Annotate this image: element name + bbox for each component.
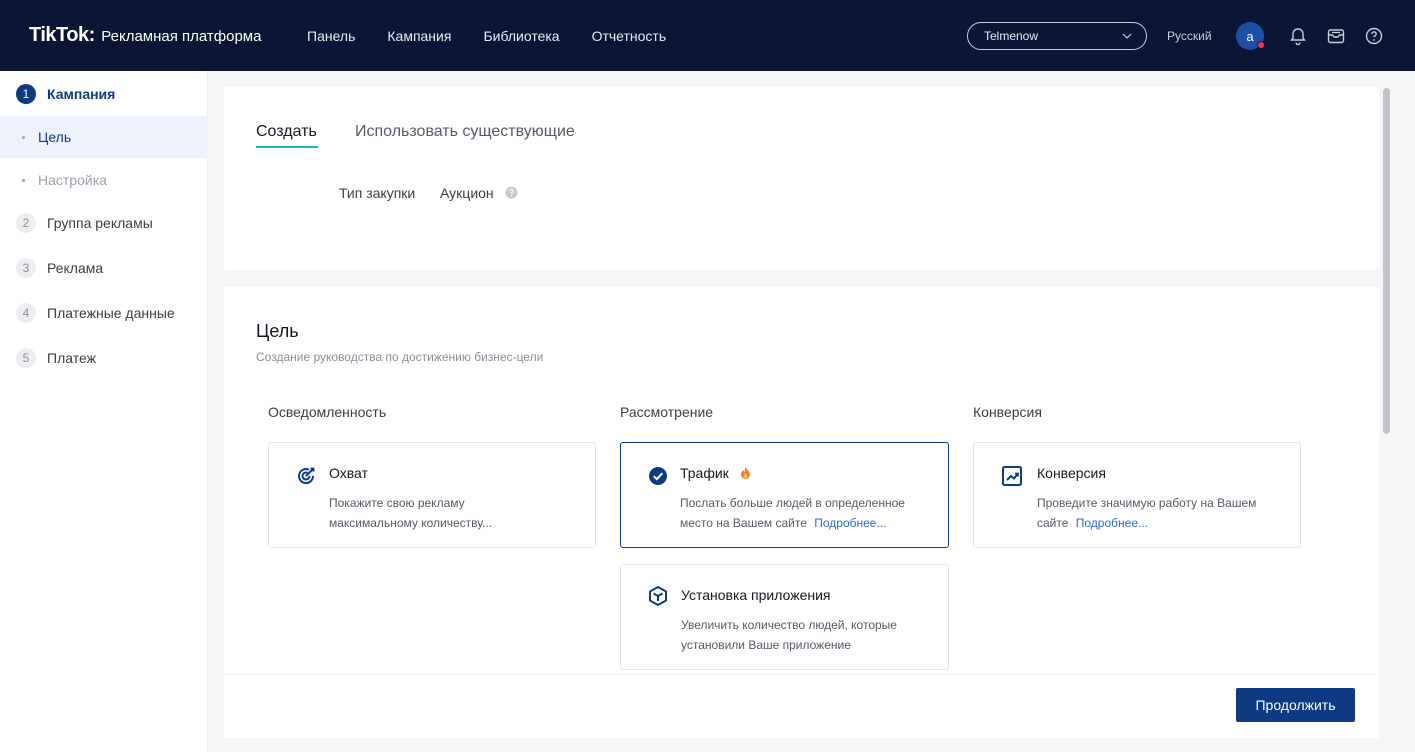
avatar-letter: a — [1246, 28, 1254, 44]
step-label: Платеж — [47, 350, 96, 366]
nav-dashboard[interactable]: Панель — [307, 28, 355, 44]
active-tab-indicator — [256, 146, 318, 148]
substep-settings[interactable]: Настройка — [0, 159, 208, 201]
objective-app-install-card[interactable]: Установка приложения Увеличить количеств… — [620, 564, 949, 670]
objective-title: Конверсия — [1037, 465, 1106, 481]
nav-library[interactable]: Библиотека — [483, 28, 559, 44]
step-number: 1 — [16, 84, 36, 104]
objective-reach-card[interactable]: Охват Покажите свою рекламу максимальном… — [268, 442, 596, 548]
language-switch[interactable]: Русский — [1167, 29, 1212, 43]
main-nav: Панель Кампания Библиотека Отчетность — [307, 28, 698, 44]
tiktok-ads-logo[interactable]: TikTok: Рекламная платформа — [29, 24, 261, 47]
continue-button[interactable]: Продолжить — [1236, 688, 1355, 722]
objective-title: Цель — [256, 321, 299, 341]
step-payment[interactable]: 5 Платеж — [16, 347, 96, 369]
notification-dot — [1257, 41, 1265, 49]
step-ad-group[interactable]: 2 Группа рекламы — [16, 212, 153, 234]
action-footer — [224, 674, 1379, 738]
avatar[interactable]: a — [1236, 22, 1265, 50]
substep-label: Настройка — [38, 172, 107, 188]
description-line: сайте Подробнее... — [1037, 513, 1256, 533]
bullet-dot — [22, 178, 25, 182]
account-select[interactable]: Telmenow — [967, 22, 1147, 50]
nav-reporting[interactable]: Отчетность — [592, 28, 667, 44]
column-awareness: Осведомленность — [268, 404, 387, 420]
column-consideration: Рассмотрение — [620, 404, 714, 420]
steps-sidebar: 1 Кампания Цель Настройка 2 Группа рекла… — [0, 71, 208, 752]
description-line: Увеличить количество людей, которые — [681, 618, 897, 632]
help-icon[interactable] — [505, 186, 518, 199]
learn-more-link[interactable]: Подробнее... — [1076, 516, 1148, 530]
objective-subtitle: Создание руководства по достижению бизне… — [256, 350, 544, 364]
target-icon — [298, 467, 315, 485]
description-line: Послать больше людей в определенное — [680, 496, 905, 510]
chart-trend-icon — [1002, 466, 1022, 486]
campaign-type-card — [224, 87, 1379, 270]
objective-description: Увеличить количество людей, которые уста… — [681, 615, 897, 655]
substep-objective[interactable]: Цель — [0, 116, 208, 158]
step-label: Реклама — [47, 260, 104, 276]
buying-type-label: Тип закупки — [339, 185, 416, 201]
step-number: 4 — [16, 303, 36, 323]
step-campaign[interactable]: 1 Кампания — [16, 83, 115, 105]
step-label: Платежные данные — [47, 305, 175, 321]
bell-icon[interactable] — [1288, 26, 1308, 46]
step-number: 5 — [16, 348, 36, 368]
description-text: место на Вашем сайте — [680, 516, 807, 530]
check-circle-icon — [649, 467, 667, 485]
description-line: установили Ваше приложение — [681, 638, 851, 652]
scrollbar-thumb[interactable] — [1383, 88, 1390, 434]
objective-conversions-card[interactable]: Конверсия Проведите значимую работу на В… — [973, 442, 1301, 548]
box-icon — [649, 586, 667, 606]
column-conversion: Конверсия — [973, 404, 1042, 420]
step-payment-details[interactable]: 4 Платежные данные — [16, 302, 175, 324]
objective-title: Трафик — [680, 465, 729, 481]
bullet-dot — [22, 135, 25, 139]
description-line: максимальному количеству... — [329, 516, 493, 530]
objective-description: Покажите свою рекламу максимальному коли… — [329, 493, 492, 533]
fire-icon — [741, 467, 750, 479]
logo-subtitle: Рекламная платформа — [101, 28, 262, 45]
description-line: место на Вашем сайте Подробнее... — [680, 513, 905, 533]
account-name: Telmenow — [984, 29, 1039, 43]
objective-title: Охват — [329, 465, 368, 481]
top-bar: TikTok: Рекламная платформа Панель Кампа… — [0, 0, 1415, 71]
logo-colon: : — [88, 24, 96, 46]
description-line: Покажите свою рекламу — [329, 496, 465, 510]
substep-label: Цель — [38, 129, 72, 145]
help-icon[interactable] — [1364, 26, 1384, 46]
description-line: Проведите значимую работу на Вашем — [1037, 496, 1257, 510]
chevron-down-icon — [1122, 33, 1132, 39]
learn-more-link[interactable]: Подробнее... — [814, 516, 886, 530]
step-ad[interactable]: 3 Реклама — [16, 257, 103, 279]
objective-description: Послать больше людей в определенное мест… — [680, 493, 905, 533]
buying-type-value[interactable]: Аукцион — [440, 185, 494, 201]
objective-traffic-card[interactable]: Трафик Послать больше людей в определенн… — [620, 442, 949, 548]
objective-title: Установка приложения — [681, 587, 831, 603]
inbox-icon[interactable] — [1326, 26, 1346, 46]
step-label: Кампания — [47, 86, 116, 102]
tab-create[interactable]: Создать — [256, 123, 317, 141]
nav-campaign[interactable]: Кампания — [387, 28, 451, 44]
logo-text: TikTok — [29, 24, 89, 46]
step-number: 3 — [16, 258, 36, 278]
step-label: Группа рекламы — [47, 215, 153, 231]
tab-use-existing[interactable]: Использовать существующие — [355, 123, 575, 141]
description-text: сайте — [1037, 516, 1069, 530]
objective-description: Проведите значимую работу на Вашем сайте… — [1037, 493, 1256, 533]
step-number: 2 — [16, 213, 36, 233]
